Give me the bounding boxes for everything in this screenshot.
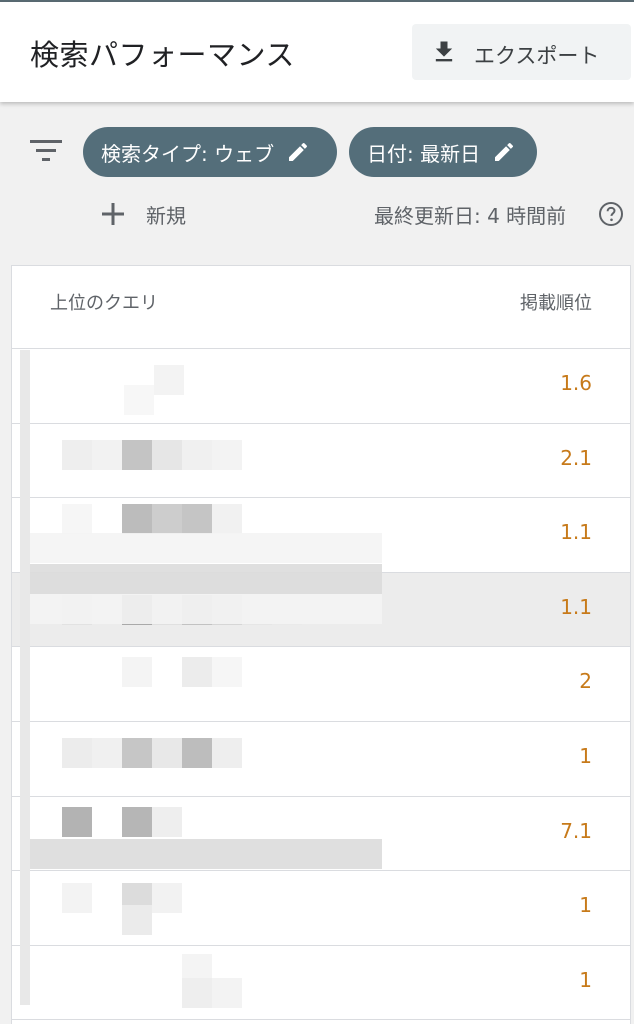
- table-row[interactable]: 1: [12, 946, 630, 1021]
- top-queries-table: 上位のクエリ 掲載順位 1.6 2.1 1.1 1.1 2 1 7.1 1 1: [11, 265, 631, 1024]
- export-button-label: エクスポート: [474, 44, 600, 68]
- add-filter-label: 新規: [146, 203, 186, 228]
- chip-label: 検索タイプ: ウェブ: [101, 141, 275, 166]
- add-filter-button[interactable]: 新規: [100, 196, 186, 232]
- table-row[interactable]: 2: [12, 647, 630, 722]
- table-row[interactable]: 1: [12, 871, 630, 946]
- plus-icon: [102, 203, 124, 225]
- position-value: 2.1: [560, 445, 592, 470]
- export-button[interactable]: エクスポート: [412, 24, 631, 80]
- download-icon: [435, 41, 453, 62]
- table-row[interactable]: 1.6: [12, 349, 630, 424]
- redaction-band: [30, 594, 382, 624]
- position-value: 1: [579, 743, 592, 768]
- table-row[interactable]: 2.1: [12, 424, 630, 499]
- table-body: 1.6 2.1 1.1 1.1 2 1 7.1 1 1: [12, 349, 630, 1021]
- query-cell-redacted: [62, 953, 382, 1008]
- position-value: 1.1: [560, 594, 592, 619]
- redaction-band: [30, 839, 382, 869]
- query-cell-redacted: [62, 439, 382, 482]
- redaction-band: [30, 533, 382, 563]
- query-cell-redacted: [62, 365, 382, 415]
- query-cell-redacted: [62, 657, 382, 705]
- help-circle-icon[interactable]: [598, 201, 624, 227]
- row-indicator-bar: [20, 350, 30, 1005]
- position-value: 1: [579, 967, 592, 992]
- redaction-band: [30, 564, 382, 594]
- table-row[interactable]: 1: [12, 722, 630, 797]
- chip-label: 日付: 最新日: [367, 141, 481, 166]
- column-header-query: 上位のクエリ: [50, 293, 158, 314]
- column-header-position[interactable]: 掲載順位: [520, 289, 592, 315]
- position-value: 1.1: [560, 520, 592, 545]
- position-value: 1.6: [560, 371, 592, 395]
- page-title: 検索パフォーマンス: [30, 38, 295, 72]
- filter-bar: [0, 102, 634, 264]
- query-cell-redacted: [62, 883, 382, 936]
- query-cell-redacted: [62, 737, 382, 780]
- filter-list-icon[interactable]: [29, 138, 63, 164]
- edit-pencil-icon: [289, 142, 308, 161]
- edit-pencil-icon: [495, 142, 514, 161]
- position-value: 1: [579, 893, 592, 918]
- position-value: 2: [579, 669, 592, 694]
- last-updated-text: 最終更新日: 4 時間前: [374, 204, 567, 228]
- app-header: 検索パフォーマンス エクスポート: [0, 2, 634, 102]
- date-filter-chip[interactable]: 日付: 最新日: [349, 127, 537, 177]
- position-value: 7.1: [560, 818, 592, 843]
- search-type-filter-chip[interactable]: 検索タイプ: ウェブ: [83, 127, 337, 177]
